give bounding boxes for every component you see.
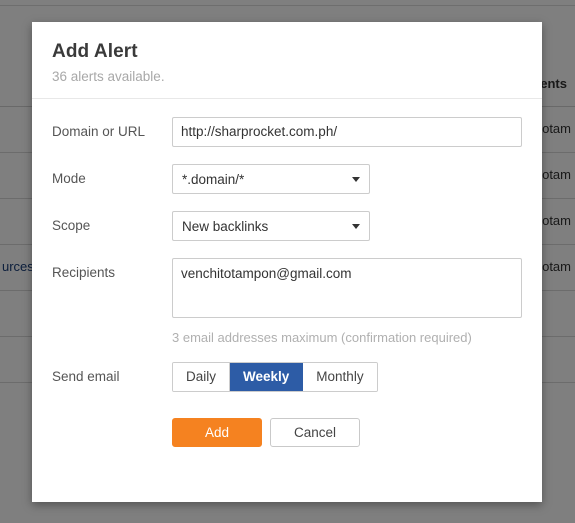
alerts-available-text: 36 alerts available. (52, 68, 165, 84)
control-wrap-scope: New backlinks (172, 210, 522, 241)
field-row-send-email: Send email Daily Weekly Monthly (52, 361, 522, 392)
frequency-option-weekly[interactable]: Weekly (230, 362, 304, 391)
field-row-recipients: Recipients 3 email addresses maximum (co… (52, 257, 522, 345)
frequency-option-daily[interactable]: Daily (173, 362, 231, 391)
recipients-textarea[interactable] (172, 257, 522, 318)
mode-select[interactable]: *.domain/* (172, 163, 370, 194)
recipients-help-text: 3 email addresses maximum (confirmation … (172, 329, 472, 345)
scope-select-value: New backlinks (182, 218, 269, 234)
cancel-button[interactable]: Cancel (270, 417, 360, 447)
field-row-mode: Mode *.domain/* (52, 163, 522, 194)
dialog-header: Add Alert 36 alerts available. (32, 22, 542, 99)
mode-select-value: *.domain/* (182, 171, 245, 187)
control-wrap-send-email: Daily Weekly Monthly (172, 361, 522, 392)
chevron-down-icon (352, 223, 360, 229)
frequency-option-monthly[interactable]: Monthly (303, 362, 377, 391)
label-scope: Scope (52, 217, 91, 233)
label-mode: Mode (52, 170, 86, 186)
dialog-body: Domain or URL Mode *.domain/* Scope New … (32, 99, 542, 447)
control-wrap-mode: *.domain/* (172, 163, 522, 194)
scope-select[interactable]: New backlinks (172, 210, 370, 241)
control-wrap-domain (172, 116, 522, 147)
send-email-frequency-group: Daily Weekly Monthly (172, 361, 378, 392)
control-wrap-recipients: 3 email addresses maximum (confirmation … (172, 257, 522, 345)
field-row-domain: Domain or URL (52, 116, 522, 147)
add-alert-dialog: Add Alert 36 alerts available. Domain or… (32, 22, 542, 502)
domain-or-url-input[interactable] (172, 116, 522, 147)
add-button[interactable]: Add (172, 417, 262, 447)
dialog-actions: Add Cancel (172, 417, 522, 447)
label-recipients: Recipients (52, 264, 116, 280)
field-row-scope: Scope New backlinks (52, 210, 522, 241)
chevron-down-icon (352, 176, 360, 182)
label-domain: Domain or URL (52, 123, 146, 139)
label-send-email: Send email (52, 368, 120, 384)
dialog-title: Add Alert (52, 41, 138, 62)
